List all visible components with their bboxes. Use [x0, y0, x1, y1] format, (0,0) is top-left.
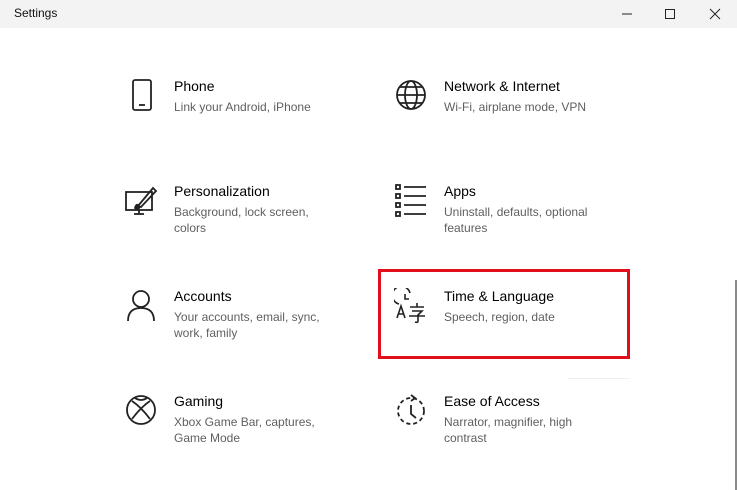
- close-button[interactable]: [692, 0, 737, 28]
- tile-ease-of-access-label: Ease of Access: [444, 393, 540, 409]
- tile-network-internet[interactable]: Network & Internet Wi-Fi, airplane mode,…: [394, 78, 634, 168]
- tile-phone-description: Link your Android, iPhone: [174, 100, 311, 114]
- tile-gaming-description: Xbox Game Bar, captures, Game Mode: [174, 415, 315, 445]
- person-icon: [124, 288, 160, 324]
- maximize-icon: [665, 9, 675, 19]
- xbox-icon: [124, 393, 160, 429]
- tile-network-internet-description: Wi-Fi, airplane mode, VPN: [444, 100, 587, 114]
- overlay-fragment: [568, 378, 630, 387]
- highlight-box: [378, 269, 630, 359]
- tile-personalization[interactable]: Personalization Background, lock screen,…: [124, 183, 364, 273]
- tile-network-internet-label: Network & Internet: [444, 78, 560, 94]
- tile-ease-of-access[interactable]: Ease of Access Narrator, magnifier, high…: [394, 393, 634, 483]
- ease-of-access-icon: [394, 393, 430, 429]
- tile-personalization-description: Background, lock screen, colors: [174, 205, 309, 235]
- tile-gaming-label: Gaming: [174, 393, 224, 409]
- maximize-button[interactable]: [647, 0, 693, 28]
- personalization-icon: [124, 183, 160, 219]
- tile-apps-description: Uninstall, defaults, optional features: [444, 205, 588, 235]
- close-icon: [709, 8, 721, 20]
- tile-personalization-label: Personalization: [174, 183, 270, 199]
- apps-list-icon: [394, 183, 430, 219]
- tile-apps[interactable]: Apps Uninstall, defaults, optional featu…: [394, 183, 634, 273]
- tile-apps-label: Apps: [444, 183, 476, 199]
- window-title: Settings: [14, 6, 58, 20]
- tile-phone[interactable]: Phone Link your Android, iPhone: [124, 78, 364, 168]
- phone-icon: [124, 78, 160, 114]
- tile-gaming[interactable]: Gaming Xbox Game Bar, captures, Game Mod…: [124, 393, 364, 483]
- minimize-icon: [622, 13, 632, 15]
- tile-accounts-description: Your accounts, email, sync, work, family: [174, 310, 320, 340]
- tile-phone-label: Phone: [174, 78, 215, 94]
- scrollbar[interactable]: [733, 28, 737, 490]
- tile-ease-of-access-description: Narrator, magnifier, high contrast: [444, 415, 573, 445]
- minimize-button[interactable]: [604, 0, 650, 28]
- tile-accounts[interactable]: Accounts Your accounts, email, sync, wor…: [124, 288, 364, 378]
- globe-icon: [394, 78, 430, 114]
- tile-accounts-label: Accounts: [174, 288, 232, 304]
- title-bar: Settings: [0, 0, 737, 28]
